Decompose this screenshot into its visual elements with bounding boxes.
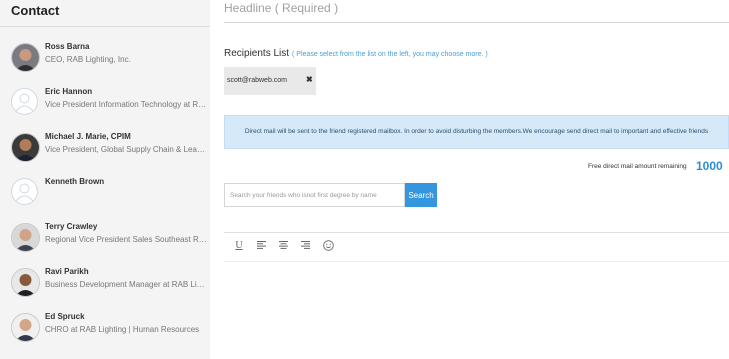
quota-label: Free direct mail amount remaining <box>588 163 687 170</box>
contact-item-michael-marie[interactable]: Michael J. Marie, CPIM Vice President, G… <box>0 131 210 171</box>
contact-item-kenneth-brown[interactable]: Kenneth Brown <box>0 176 210 216</box>
contact-name: Ross Barna <box>45 42 90 51</box>
sidebar-divider <box>0 26 210 27</box>
contact-name: Ravi Parikh <box>45 267 89 276</box>
emoji-icon[interactable] <box>321 236 335 254</box>
avatar <box>11 223 40 252</box>
avatar <box>11 133 40 162</box>
avatar <box>11 43 40 72</box>
contact-title: CHRO at RAB Lighting | Human Resources <box>45 325 200 334</box>
contact-item-ross-barna[interactable]: Ross Barna CEO, RAB Lighting, Inc. <box>0 41 210 81</box>
message-body-editor[interactable] <box>224 262 729 359</box>
contact-title: Vice President, Global Supply Chain & Le… <box>45 145 209 154</box>
contact-name: Kenneth Brown <box>45 177 105 186</box>
recipient-email: scott@rabweb.com <box>227 77 288 84</box>
friend-search-input[interactable] <box>224 183 405 207</box>
recipients-label: Recipients List( Please select from the … <box>224 48 488 59</box>
underline-icon[interactable]: U <box>232 236 246 254</box>
avatar <box>11 313 40 342</box>
quota-value: 1000 <box>696 159 723 173</box>
recipient-chip: scott@rabweb.com ✖ <box>224 67 316 95</box>
contact-name: Michael J. Marie, CPIM <box>45 132 131 141</box>
default-avatar-icon <box>11 178 38 205</box>
contact-sidebar: Contact Ross Barna CEO, RAB Lighting, In… <box>0 0 210 359</box>
contact-name: Eric Hannon <box>45 87 93 96</box>
search-button[interactable]: Search <box>405 183 437 207</box>
recipients-hint: ( Please select from the list on the lef… <box>292 51 488 58</box>
contact-title: Vice President Information Technology at… <box>45 100 209 109</box>
headline-input[interactable]: Headline ( Required ) <box>224 1 338 15</box>
contact-item-terry-crawley[interactable]: Terry Crawley Regional Vice President Sa… <box>0 221 210 261</box>
remove-recipient-icon[interactable]: ✖ <box>306 75 313 84</box>
contact-item-ed-spruck[interactable]: Ed Spruck CHRO at RAB Lighting | Human R… <box>0 311 210 351</box>
default-avatar-icon <box>11 88 38 115</box>
sidebar-title: Contact <box>11 3 60 18</box>
align-right-icon[interactable] <box>298 236 312 254</box>
direct-mail-notice: Direct mail will be sent to the friend r… <box>224 115 729 149</box>
headline-underline <box>224 22 729 23</box>
align-center-icon[interactable] <box>276 236 290 254</box>
avatar <box>11 268 40 297</box>
contact-item-ravi-parikh[interactable]: Ravi Parikh Business Development Manager… <box>0 266 210 306</box>
contact-name: Ed Spruck <box>45 312 85 321</box>
editor-top-border <box>224 232 729 233</box>
align-left-icon[interactable] <box>254 236 268 254</box>
contact-title: Regional Vice President Sales Southeast … <box>45 235 209 244</box>
contact-item-eric-hannon[interactable]: Eric Hannon Vice President Information T… <box>0 86 210 126</box>
contact-title: CEO, RAB Lighting, Inc. <box>45 55 131 64</box>
contact-title: Business Development Manager at RAB Ligh… <box>45 280 209 289</box>
contact-name: Terry Crawley <box>45 222 98 231</box>
recipients-label-text: Recipients List <box>224 48 290 59</box>
